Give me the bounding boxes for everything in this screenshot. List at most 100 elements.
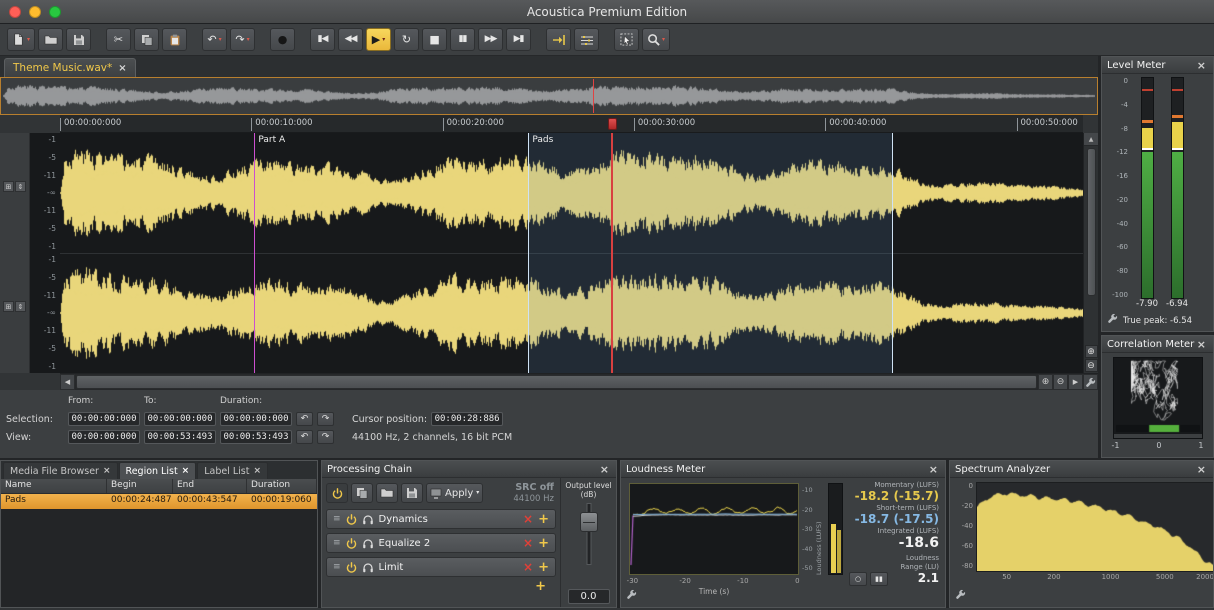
chain-power-button[interactable] bbox=[326, 483, 348, 503]
view-duration-field[interactable]: 00:00:53:493 bbox=[220, 430, 292, 444]
remove-effect-icon[interactable]: × bbox=[523, 561, 533, 573]
close-icon[interactable]: × bbox=[253, 466, 261, 476]
drag-handle-icon[interactable]: ≡ bbox=[333, 538, 341, 548]
chain-copy-button[interactable] bbox=[351, 483, 373, 503]
view-from-field[interactable]: 00:00:00:000 bbox=[68, 430, 140, 444]
close-icon[interactable]: × bbox=[1195, 463, 1208, 476]
play-button[interactable]: ▶▾ bbox=[366, 28, 391, 51]
loudness-settings-button[interactable] bbox=[626, 585, 637, 604]
editor-settings-button[interactable] bbox=[1083, 374, 1098, 390]
channel2-resize-button[interactable]: ⇕ bbox=[15, 301, 26, 312]
redo-button[interactable]: ↷▾ bbox=[230, 28, 255, 51]
horizontal-scrollbar-thumb[interactable] bbox=[76, 375, 1037, 389]
rewind-button[interactable]: ◀◀ bbox=[338, 28, 363, 51]
maximize-window-button[interactable] bbox=[49, 6, 61, 18]
channel1-resize-button[interactable]: ⇕ bbox=[15, 181, 26, 192]
drag-handle-icon[interactable]: ≡ bbox=[333, 514, 341, 524]
selection-from-field[interactable]: 00:00:00:000 bbox=[68, 412, 140, 426]
close-tab-icon[interactable]: × bbox=[118, 63, 126, 74]
scroll-left-icon[interactable]: ◀ bbox=[60, 374, 75, 390]
overview-waveform-canvas[interactable] bbox=[3, 81, 1095, 111]
undo-button[interactable]: ↶▾ bbox=[202, 28, 227, 51]
remove-effect-icon[interactable]: × bbox=[523, 513, 533, 525]
add-effect-button[interactable]: + bbox=[535, 580, 546, 593]
level-meter-settings-button[interactable] bbox=[1107, 309, 1118, 328]
loop-playback-button[interactable]: ↻ bbox=[394, 28, 419, 51]
horizontal-scrollbar-track[interactable] bbox=[75, 374, 1038, 390]
tab-media-file-browser[interactable]: Media File Browser × bbox=[3, 462, 118, 479]
selection-to-field[interactable]: 00:00:00:000 bbox=[144, 412, 216, 426]
view-to-field[interactable]: 00:00:53:493 bbox=[144, 430, 216, 444]
drag-handle-icon[interactable]: ≡ bbox=[333, 562, 341, 572]
goto-end-button[interactable]: ▶▮ bbox=[506, 28, 531, 51]
tab-region-list[interactable]: Region List × bbox=[119, 462, 197, 479]
close-icon[interactable]: × bbox=[1195, 338, 1208, 351]
save-button[interactable] bbox=[66, 28, 91, 51]
marker-part-a-line[interactable] bbox=[254, 133, 255, 373]
close-icon[interactable]: × bbox=[598, 463, 611, 476]
goto-start-button[interactable]: ▮◀ bbox=[310, 28, 335, 51]
new-file-button[interactable]: ▾ bbox=[7, 28, 35, 51]
chain-open-button[interactable] bbox=[376, 483, 398, 503]
channel1-options-button[interactable]: ⊞ bbox=[3, 181, 14, 192]
selection-undo-button[interactable]: ↶ bbox=[296, 412, 313, 426]
play-from-cursor-button[interactable] bbox=[546, 28, 571, 51]
close-window-button[interactable] bbox=[9, 6, 21, 18]
add-effect-icon[interactable]: + bbox=[538, 513, 549, 526]
selection-tool-button[interactable] bbox=[614, 28, 639, 51]
close-icon[interactable]: × bbox=[1195, 59, 1208, 72]
document-tab[interactable]: Theme Music.wav* × bbox=[4, 58, 136, 77]
pause-button[interactable]: ▮▮ bbox=[450, 28, 475, 51]
output-level-slider[interactable] bbox=[563, 503, 614, 565]
close-icon[interactable]: × bbox=[927, 463, 940, 476]
timeline-ruler[interactable]: 00:00:00:000 00:00:10:000 00:00:20:000 0… bbox=[60, 115, 1083, 133]
open-file-button[interactable] bbox=[38, 28, 63, 51]
scroll-up-icon[interactable]: ▲ bbox=[1084, 133, 1098, 146]
channel2-options-button[interactable]: ⊞ bbox=[3, 301, 14, 312]
stop-button[interactable]: ■ bbox=[422, 28, 447, 51]
zoom-tool-button[interactable]: ▾ bbox=[642, 28, 670, 51]
selection-duration-field[interactable]: 00:00:00:000 bbox=[220, 412, 292, 426]
tab-label-list[interactable]: Label List × bbox=[197, 462, 268, 479]
zoom-in-vertical-button[interactable]: ⊕ bbox=[1085, 345, 1098, 358]
vertical-scrollbar-thumb[interactable] bbox=[1087, 148, 1096, 296]
chain-item-dynamics[interactable]: ≡ Dynamics × + bbox=[326, 509, 556, 529]
loudness-pause-button[interactable]: ▮▮ bbox=[870, 572, 888, 586]
overview-waveform[interactable] bbox=[0, 77, 1098, 115]
cut-button[interactable]: ✂ bbox=[106, 28, 131, 51]
close-icon[interactable]: × bbox=[103, 466, 111, 476]
apply-chain-button[interactable]: Apply ▾ bbox=[426, 483, 483, 503]
chain-item-limit[interactable]: ≡ Limit × + bbox=[326, 557, 556, 577]
minimize-window-button[interactable] bbox=[29, 6, 41, 18]
copy-button[interactable] bbox=[134, 28, 159, 51]
ruler-playhead[interactable] bbox=[608, 118, 617, 130]
envelope-tool-button[interactable] bbox=[574, 28, 599, 51]
selection-redo-button[interactable]: ↷ bbox=[317, 412, 334, 426]
wrench-icon bbox=[955, 589, 966, 600]
horizontal-scrollbar[interactable]: ◀ ⊕ ⊖ ▶ bbox=[60, 373, 1098, 390]
chain-save-button[interactable] bbox=[401, 483, 423, 503]
waveform-editor[interactable]: Part A Pads bbox=[60, 133, 1083, 373]
cursor-position-field[interactable]: 00:00:28:886 bbox=[431, 412, 503, 426]
spectrum-settings-button[interactable] bbox=[955, 585, 966, 604]
add-effect-icon[interactable]: + bbox=[538, 561, 549, 574]
remove-effect-icon[interactable]: × bbox=[523, 537, 533, 549]
add-effect-icon[interactable]: + bbox=[538, 537, 549, 550]
selection-region[interactable] bbox=[528, 133, 892, 373]
fast-forward-button[interactable]: ▶▶ bbox=[478, 28, 503, 51]
view-redo-button[interactable]: ↷ bbox=[317, 430, 334, 444]
region-list-row-pads[interactable]: Pads 00:00:24:487 00:00:43:547 00:00:19:… bbox=[1, 494, 317, 509]
close-icon[interactable]: × bbox=[182, 466, 190, 476]
loudness-reset-button[interactable]: ○ bbox=[849, 572, 867, 586]
zoom-out-vertical-button[interactable]: ⊖ bbox=[1085, 359, 1098, 372]
view-undo-button[interactable]: ↶ bbox=[296, 430, 313, 444]
zoom-in-button[interactable]: ⊕ bbox=[1038, 374, 1053, 390]
output-level-value[interactable]: 0.0 bbox=[568, 589, 610, 604]
slider-handle[interactable] bbox=[580, 512, 598, 532]
scroll-right-icon[interactable]: ▶ bbox=[1068, 374, 1083, 390]
vertical-scrollbar[interactable]: ▲ ⊕ ⊖ bbox=[1083, 133, 1098, 373]
paste-button[interactable] bbox=[162, 28, 187, 51]
record-button[interactable]: ● bbox=[270, 28, 295, 51]
chain-item-equalize[interactable]: ≡ Equalize 2 × + bbox=[326, 533, 556, 553]
zoom-out-button[interactable]: ⊖ bbox=[1053, 374, 1068, 390]
